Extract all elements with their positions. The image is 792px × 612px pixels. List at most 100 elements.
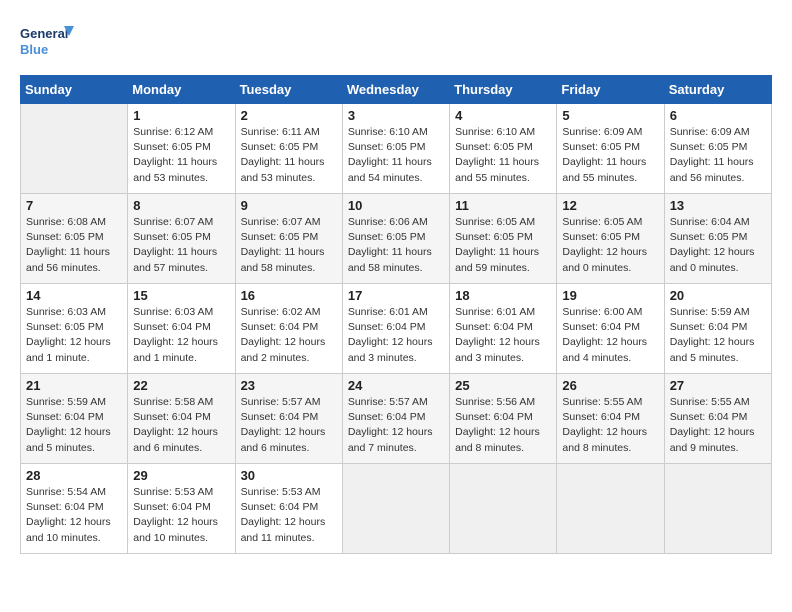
- week-row-4: 21Sunrise: 5:59 AM Sunset: 6:04 PM Dayli…: [21, 374, 772, 464]
- day-cell: 17 Sunrise: 6:01 AM Sunset: 6:04 PM Dayli…: [342, 284, 449, 374]
- day-number: 8: [133, 198, 229, 213]
- day-number: 4: [455, 108, 551, 123]
- day-info: Sunrise: 6:08 AM Sunset: 6:05 PM Dayligh…: [26, 215, 122, 276]
- day-number: 28: [26, 468, 122, 483]
- day-number: 17: [348, 288, 444, 303]
- header-cell-thursday: Thursday: [450, 76, 557, 104]
- day-number: 15: [133, 288, 229, 303]
- header-cell-monday: Monday: [128, 76, 235, 104]
- day-cell: 13 Sunrise: 6:04 AM Sunset: 6:05 PM Dayli…: [664, 194, 771, 284]
- day-number: 11: [455, 198, 551, 213]
- logo: General Blue: [20, 20, 75, 65]
- day-info: Sunrise: 6:12 AM Sunset: 6:05 PM Dayligh…: [133, 125, 229, 186]
- day-cell: 18Sunrise: 6:01 AM Sunset: 6:04 PM Dayli…: [450, 284, 557, 374]
- day-number: 10: [348, 198, 444, 213]
- day-number: 5: [562, 108, 658, 123]
- svg-text:Blue: Blue: [20, 42, 48, 57]
- day-cell: [557, 464, 664, 554]
- day-cell: 29Sunrise: 5:53 AM Sunset: 6:04 PM Dayli…: [128, 464, 235, 554]
- week-row-3: 14 Sunrise: 6:03 AM Sunset: 6:05 PM Dayli…: [21, 284, 772, 374]
- day-cell: 8 Sunrise: 6:07 AM Sunset: 6:05 PM Daylig…: [128, 194, 235, 284]
- day-info: Sunrise: 6:10 AM Sunset: 6:05 PM Dayligh…: [348, 125, 444, 186]
- day-cell: 5Sunrise: 6:09 AM Sunset: 6:05 PM Daylig…: [557, 104, 664, 194]
- day-info: Sunrise: 5:54 AM Sunset: 6:04 PM Dayligh…: [26, 485, 122, 546]
- day-cell: 3 Sunrise: 6:10 AM Sunset: 6:05 PM Daylig…: [342, 104, 449, 194]
- day-cell: [21, 104, 128, 194]
- day-cell: 25Sunrise: 5:56 AM Sunset: 6:04 PM Dayli…: [450, 374, 557, 464]
- day-info: Sunrise: 6:00 AM Sunset: 6:04 PM Dayligh…: [562, 305, 658, 366]
- day-number: 18: [455, 288, 551, 303]
- day-number: 13: [670, 198, 766, 213]
- day-info: Sunrise: 6:05 AM Sunset: 6:05 PM Dayligh…: [562, 215, 658, 276]
- day-cell: 7 Sunrise: 6:08 AM Sunset: 6:05 PM Daylig…: [21, 194, 128, 284]
- day-info: Sunrise: 5:57 AM Sunset: 6:04 PM Dayligh…: [241, 395, 337, 456]
- day-info: Sunrise: 6:07 AM Sunset: 6:05 PM Dayligh…: [241, 215, 337, 276]
- day-number: 30: [241, 468, 337, 483]
- day-number: 7: [26, 198, 122, 213]
- day-cell: [342, 464, 449, 554]
- day-number: 14: [26, 288, 122, 303]
- day-cell: 26 Sunrise: 5:55 AM Sunset: 6:04 PM Dayli…: [557, 374, 664, 464]
- day-cell: 11 Sunrise: 6:05 AM Sunset: 6:05 PM Dayli…: [450, 194, 557, 284]
- day-cell: 6Sunrise: 6:09 AM Sunset: 6:05 PM Daylig…: [664, 104, 771, 194]
- day-cell: 24 Sunrise: 5:57 AM Sunset: 6:04 PM Dayli…: [342, 374, 449, 464]
- day-info: Sunrise: 6:01 AM Sunset: 6:04 PM Dayligh…: [348, 305, 444, 366]
- header-cell-friday: Friday: [557, 76, 664, 104]
- day-info: Sunrise: 5:53 AM Sunset: 6:04 PM Dayligh…: [241, 485, 337, 546]
- day-info: Sunrise: 6:11 AM Sunset: 6:05 PM Dayligh…: [241, 125, 337, 186]
- day-number: 1: [133, 108, 229, 123]
- day-number: 6: [670, 108, 766, 123]
- day-info: Sunrise: 5:55 AM Sunset: 6:04 PM Dayligh…: [562, 395, 658, 456]
- day-number: 24: [348, 378, 444, 393]
- day-info: Sunrise: 6:06 AM Sunset: 6:05 PM Dayligh…: [348, 215, 444, 276]
- day-info: Sunrise: 5:58 AM Sunset: 6:04 PM Dayligh…: [133, 395, 229, 456]
- day-cell: 22 Sunrise: 5:58 AM Sunset: 6:04 PM Dayli…: [128, 374, 235, 464]
- day-number: 19: [562, 288, 658, 303]
- day-info: Sunrise: 5:55 AM Sunset: 6:04 PM Dayligh…: [670, 395, 766, 456]
- day-info: Sunrise: 6:05 AM Sunset: 6:05 PM Dayligh…: [455, 215, 551, 276]
- day-info: Sunrise: 5:57 AM Sunset: 6:04 PM Dayligh…: [348, 395, 444, 456]
- day-cell: [450, 464, 557, 554]
- day-number: 9: [241, 198, 337, 213]
- day-number: 26: [562, 378, 658, 393]
- day-info: Sunrise: 6:04 AM Sunset: 6:05 PM Dayligh…: [670, 215, 766, 276]
- day-info: Sunrise: 6:07 AM Sunset: 6:05 PM Dayligh…: [133, 215, 229, 276]
- day-number: 12: [562, 198, 658, 213]
- day-cell: 14 Sunrise: 6:03 AM Sunset: 6:05 PM Dayli…: [21, 284, 128, 374]
- svg-text:General: General: [20, 26, 68, 41]
- day-cell: 30 Sunrise: 5:53 AM Sunset: 6:04 PM Dayli…: [235, 464, 342, 554]
- calendar-table: SundayMondayTuesdayWednesdayThursdayFrid…: [20, 75, 772, 554]
- day-cell: 23 Sunrise: 5:57 AM Sunset: 6:04 PM Dayli…: [235, 374, 342, 464]
- week-row-1: 1 Sunrise: 6:12 AM Sunset: 6:05 PM Daylig…: [21, 104, 772, 194]
- day-number: 25: [455, 378, 551, 393]
- day-number: 27: [670, 378, 766, 393]
- day-cell: 4 Sunrise: 6:10 AM Sunset: 6:05 PM Daylig…: [450, 104, 557, 194]
- day-number: 23: [241, 378, 337, 393]
- day-cell: 27 Sunrise: 5:55 AM Sunset: 6:04 PM Dayli…: [664, 374, 771, 464]
- day-info: Sunrise: 6:03 AM Sunset: 6:05 PM Dayligh…: [26, 305, 122, 366]
- header-cell-tuesday: Tuesday: [235, 76, 342, 104]
- day-cell: 15 Sunrise: 6:03 AM Sunset: 6:04 PM Dayli…: [128, 284, 235, 374]
- day-info: Sunrise: 6:10 AM Sunset: 6:05 PM Dayligh…: [455, 125, 551, 186]
- day-cell: 28 Sunrise: 5:54 AM Sunset: 6:04 PM Dayli…: [21, 464, 128, 554]
- day-cell: 9 Sunrise: 6:07 AM Sunset: 6:05 PM Daylig…: [235, 194, 342, 284]
- calendar-header: SundayMondayTuesdayWednesdayThursdayFrid…: [21, 76, 772, 104]
- day-cell: 12 Sunrise: 6:05 AM Sunset: 6:05 PM Dayli…: [557, 194, 664, 284]
- day-number: 29: [133, 468, 229, 483]
- header: General Blue: [20, 20, 772, 65]
- day-number: 22: [133, 378, 229, 393]
- day-info: Sunrise: 5:59 AM Sunset: 6:04 PM Dayligh…: [670, 305, 766, 366]
- header-cell-saturday: Saturday: [664, 76, 771, 104]
- day-cell: 2Sunrise: 6:11 AM Sunset: 6:05 PM Daylig…: [235, 104, 342, 194]
- day-cell: 16 Sunrise: 6:02 AM Sunset: 6:04 PM Dayli…: [235, 284, 342, 374]
- header-cell-wednesday: Wednesday: [342, 76, 449, 104]
- day-info: Sunrise: 6:03 AM Sunset: 6:04 PM Dayligh…: [133, 305, 229, 366]
- day-number: 21: [26, 378, 122, 393]
- day-cell: 10 Sunrise: 6:06 AM Sunset: 6:05 PM Dayli…: [342, 194, 449, 284]
- logo-svg: General Blue: [20, 20, 75, 65]
- day-number: 3: [348, 108, 444, 123]
- day-info: Sunrise: 6:02 AM Sunset: 6:04 PM Dayligh…: [241, 305, 337, 366]
- day-number: 16: [241, 288, 337, 303]
- week-row-5: 28 Sunrise: 5:54 AM Sunset: 6:04 PM Dayli…: [21, 464, 772, 554]
- header-row: SundayMondayTuesdayWednesdayThursdayFrid…: [21, 76, 772, 104]
